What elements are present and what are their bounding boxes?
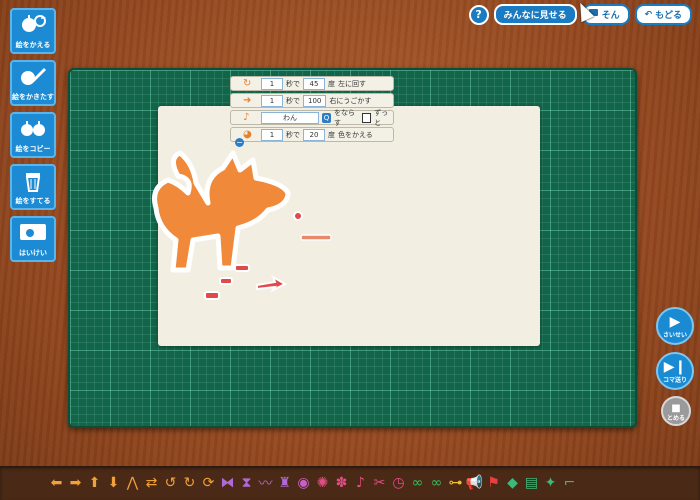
draw-picture-label: 絵をかきたす — [12, 93, 54, 101]
back-button[interactable]: ↶ もどる — [634, 4, 692, 25]
bottom-tool-palette: ⬅ ➡ ⬆ ⬇ ⋀ ⇄ ↺ ↻ ⟳ ⧓ ⧗ 〰 ♜ ◉ ✺ ✽ ♪ ✂ ◷ ∞ ∞ ⊶ 📢 ⚑ ◆ ▤ ✦ ⌐ — [0, 466, 700, 500]
rotate-block[interactable]: ↻ 1 秒で 45 度 左に回す — [230, 76, 394, 91]
duration-field[interactable]: 1 — [261, 94, 283, 107]
infinite-tool[interactable]: ∞ — [428, 472, 445, 494]
play-label: さいせい — [662, 332, 687, 339]
rotate-right-tool[interactable]: ↻ — [181, 472, 198, 494]
action-label: 右にうごかす — [329, 96, 372, 105]
background-label: はいけい — [19, 249, 47, 257]
speech-tool[interactable]: ✺ — [314, 472, 331, 494]
left-arrow-tool[interactable]: ⬅ — [48, 472, 65, 494]
degree-label: 度 — [328, 130, 335, 139]
help-icon: ? — [475, 8, 482, 21]
left-tool-panel: 絵をかえる 絵をかきたす 絵をコピー 絵をすてる はいけい — [10, 8, 60, 268]
flip-tool[interactable]: ⧓ — [219, 472, 236, 494]
help-button[interactable]: ? — [468, 4, 489, 25]
angle-field[interactable]: 45 — [303, 77, 325, 90]
change-picture-label: 絵をかえる — [15, 41, 51, 49]
megaphone-tool[interactable]: 📢 — [466, 472, 483, 494]
camera-tool[interactable]: ▤ — [523, 472, 540, 494]
swap-tool[interactable]: ⇄ — [143, 472, 160, 494]
action-label: をならす — [333, 108, 355, 127]
sound-block[interactable]: ♪ わん Q をならす ずっと — [230, 108, 394, 127]
right-arrow-tool[interactable]: ➡ — [67, 472, 84, 494]
code-block-stack: ↻ 1 秒で 45 度 左に回す ➜ 1 秒で 100 右にうごかす ♪ わん … — [230, 76, 394, 144]
signal-tool[interactable]: ⊶ — [447, 472, 464, 494]
share-label: みんなに見せる — [503, 11, 567, 21]
sound-icon: ♪ — [243, 112, 250, 123]
step-forward-icon: ▶❙ — [663, 359, 687, 375]
step-button[interactable]: ▶❙ コマ送り — [656, 352, 694, 390]
collapse-icon[interactable]: − — [235, 138, 244, 147]
up-arrow-tool[interactable]: ⬆ — [86, 472, 103, 494]
sound-effect-marks — [204, 211, 332, 300]
action-label: 色をかえる — [338, 130, 373, 139]
change-picture-button[interactable]: 絵をかえる — [10, 8, 56, 54]
star-tool[interactable]: ✦ — [542, 472, 559, 494]
trash-picture-button[interactable]: 絵をすてる — [10, 164, 56, 210]
wave-tool[interactable]: 〰 — [257, 472, 274, 494]
distance-field[interactable]: 100 — [303, 94, 327, 107]
action-label: 左に回す — [338, 79, 366, 88]
stop-button[interactable]: ■ とめる — [661, 396, 691, 426]
rotate-left-tool[interactable]: ↺ — [162, 472, 179, 494]
loop-label: ずっと — [374, 108, 389, 127]
rotate-icon: ↻ — [243, 78, 252, 89]
pencil-icon — [20, 66, 46, 91]
top-toolbar: ? みんなに見せる そん ↶ もどる — [468, 0, 692, 25]
down-arrow-tool[interactable]: ⬇ — [105, 472, 122, 494]
loop-checkbox[interactable] — [361, 112, 372, 123]
castle-tool[interactable]: ♜ — [276, 472, 293, 494]
hourglass-tool[interactable]: ⧗ — [238, 472, 255, 494]
duration-field[interactable]: 1 — [261, 128, 283, 141]
loop-tool[interactable]: ∞ — [409, 472, 426, 494]
step-label: コマ送り — [662, 377, 687, 384]
copy-picture-label: 絵をコピー — [15, 145, 51, 153]
degree-label: 度 — [328, 79, 335, 88]
jump-tool[interactable]: ⋀ — [124, 472, 141, 494]
unit-label: 秒で — [286, 79, 300, 88]
copy-picture-button[interactable]: 絵をコピー — [10, 112, 56, 158]
trash-picture-label: 絵をすてる — [15, 197, 51, 205]
background-button[interactable]: はいけい — [10, 216, 56, 262]
hue-field[interactable]: 20 — [303, 128, 325, 141]
draw-picture-button[interactable]: 絵をかきたす — [10, 60, 56, 106]
picture-frame-icon — [18, 222, 48, 247]
play-button[interactable]: ▶ さいせい — [656, 307, 694, 345]
duration-field[interactable]: 1 — [261, 77, 283, 90]
flag-tool[interactable]: ⚑ — [485, 472, 502, 494]
spin-tool[interactable]: ⟳ — [200, 472, 217, 494]
clock-tool[interactable]: ◷ — [390, 472, 407, 494]
scissors-tool[interactable]: ✂ — [371, 472, 388, 494]
stop-label: とめる — [666, 415, 685, 422]
move-block[interactable]: ➜ 1 秒で 100 右にうごかす — [230, 93, 394, 108]
color-icon: ◕ — [243, 129, 252, 140]
color-block[interactable]: ◕ 1 秒で 20 度 色をかえる — [230, 127, 394, 142]
apples-refresh-icon — [20, 14, 46, 39]
sound-name-field[interactable]: わん — [261, 111, 319, 124]
size-tool[interactable]: ◉ — [295, 472, 312, 494]
move-icon: ➜ — [243, 95, 252, 106]
flower-tool[interactable]: ✽ — [333, 472, 350, 494]
save-label: そん — [601, 11, 620, 21]
unit-label: 秒で — [286, 96, 300, 105]
play-icon: ▶ — [669, 314, 681, 330]
share-button[interactable]: みんなに見せる — [493, 4, 577, 25]
two-apples-icon — [19, 118, 47, 143]
back-arrow-icon: ↶ — [644, 9, 653, 20]
bag-tool[interactable]: ◆ — [504, 472, 521, 494]
sound-search-icon[interactable]: Q — [322, 112, 331, 123]
music-tool[interactable]: ♪ — [352, 472, 369, 494]
trash-icon — [23, 170, 43, 197]
back-label: もどる — [655, 11, 682, 21]
gun-tool[interactable]: ⌐ — [561, 472, 578, 494]
unit-label: 秒で — [286, 130, 300, 139]
